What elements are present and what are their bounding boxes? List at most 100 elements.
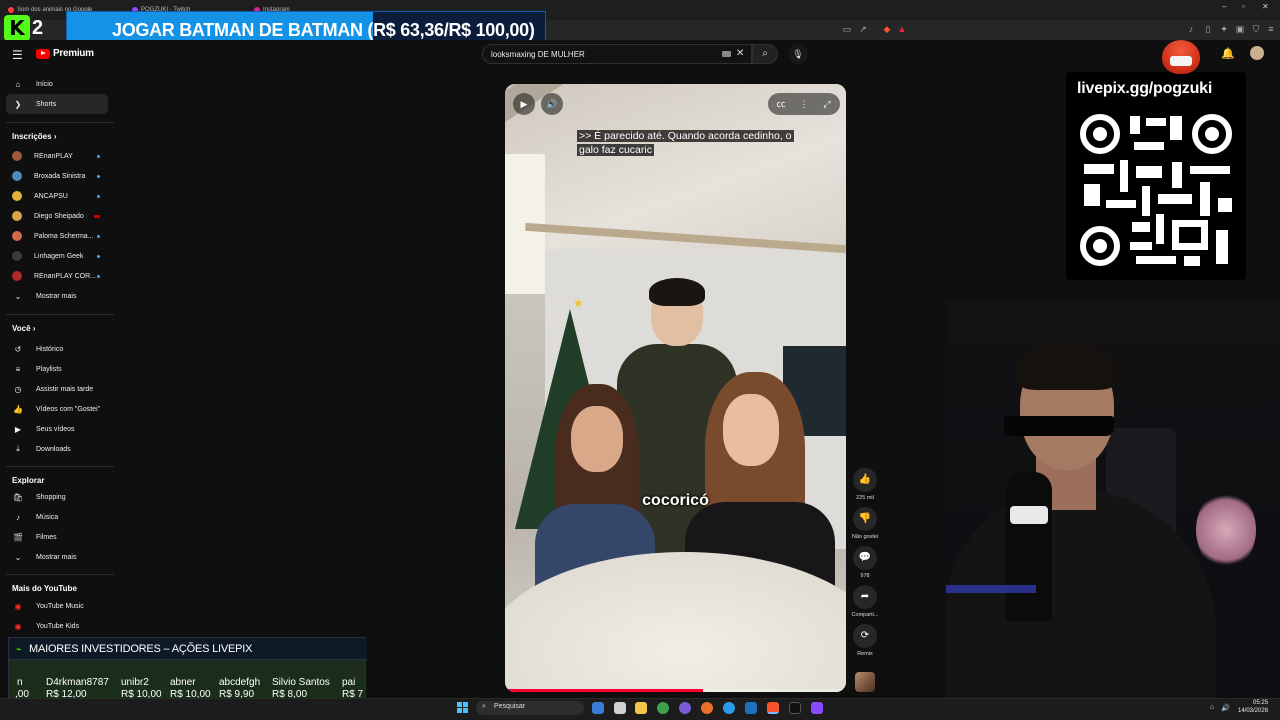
sidebar-item-subscription[interactable]: REnanPLAY COR... [6, 266, 108, 286]
vpn-icon[interactable]: ⛉ [1251, 24, 1261, 34]
twitch-icon[interactable] [811, 702, 823, 714]
share-page-icon[interactable]: ↗ [858, 24, 868, 34]
edge-icon[interactable] [723, 702, 735, 714]
screenshot-icon[interactable]: ▭ [842, 24, 852, 34]
qr-module [1172, 162, 1182, 188]
you-heading[interactable]: Você › [12, 324, 35, 333]
music-ext-icon[interactable]: ♪ [1186, 24, 1196, 34]
brave-shield-icon[interactable]: ◆ [882, 24, 892, 34]
task-view-icon[interactable] [614, 702, 626, 714]
sidebar-item-show-more[interactable]: ⌄ Mostrar mais [6, 286, 108, 306]
channel-avatar [12, 211, 22, 221]
dislike-action[interactable]: 👎 Não gostei [848, 507, 882, 540]
investor-name: Silvio Santos [272, 677, 330, 688]
new-content-dot-icon [97, 234, 100, 238]
remix-action[interactable]: ⟳ Remix [848, 624, 882, 657]
volume-button[interactable]: 🔊 [541, 93, 563, 115]
sidebar-item-filmes[interactable]: 🎬 Filmes [6, 527, 108, 547]
qr-module [1158, 194, 1192, 204]
remix-label: Remix [857, 651, 873, 657]
sidebar-item-playlists[interactable]: ≡ Playlists [6, 359, 108, 379]
widgets-app-icon[interactable] [592, 702, 604, 714]
sidebar-item-show-more[interactable]: ⌄ Mostrar mais [6, 547, 108, 567]
qr-module [1136, 256, 1176, 264]
search-button[interactable]: ⌕ [752, 44, 778, 64]
close-window-icon[interactable]: ✕ [1262, 2, 1269, 11]
obs-icon[interactable] [657, 702, 669, 714]
volume-icon: 🔊 [546, 99, 558, 109]
share-label: Comparti... [851, 612, 879, 618]
thumbs-up-icon: 👍 [853, 468, 877, 492]
sidebar-item-your-videos[interactable]: ▶ Seus vídeos [6, 419, 108, 439]
sidebar-item-subscription[interactable]: Linhagem Geek [6, 246, 108, 266]
maximize-icon[interactable]: ▫ [1242, 2, 1245, 11]
notifications-bell-icon[interactable]: 🔔 [1221, 47, 1235, 60]
captions-button[interactable]: ㏄ [770, 93, 792, 115]
file-explorer-icon[interactable] [635, 702, 647, 714]
explore-heading: Explorar [12, 476, 45, 485]
share-action[interactable]: ➦ Comparti... [848, 585, 882, 618]
keyboard-icon[interactable] [722, 51, 731, 57]
thumbs-down-icon: 👎 [853, 507, 877, 531]
subscriptions-heading[interactable]: Inscrições › [12, 132, 56, 141]
browser-menu-icon[interactable]: ≡ [1266, 24, 1276, 34]
like-action[interactable]: 👍 225 mil [848, 468, 882, 501]
sidebar-item-downloads[interactable]: ⤓ Downloads [6, 439, 108, 459]
play-button[interactable]: ▶ [513, 93, 535, 115]
terminal-icon[interactable] [789, 702, 801, 714]
sidebar-item-watch-later[interactable]: ◷ Assistir mais tarde [6, 379, 108, 399]
volume-tray-icon[interactable]: 🔊 [1221, 704, 1230, 712]
sidebar-item-inicio[interactable]: ⌂ Início [6, 74, 108, 94]
your-videos-icon: ▶ [14, 424, 22, 434]
sidebar-item-label: ANCAPSU [34, 192, 68, 200]
sidebar-item-subscription[interactable]: Diego Sheipado [6, 206, 108, 226]
network-icon[interactable]: ⌂ [1210, 704, 1214, 711]
account-avatar[interactable] [1250, 46, 1264, 60]
store-icon[interactable] [745, 702, 757, 714]
fullscreen-button[interactable]: ⤢ [816, 93, 838, 115]
closed-captions-icon: ㏄ [776, 99, 786, 109]
sidebar-item-label: Diego Sheipado [34, 212, 84, 220]
taskbar-search-input[interactable]: Pesquisar [476, 701, 584, 715]
sidebar-item-musica[interactable]: ♪ Música [6, 507, 108, 527]
new-content-dot-icon [97, 154, 100, 158]
more-options-button[interactable]: ⋮ [793, 93, 815, 115]
firefox-icon[interactable] [701, 702, 713, 714]
short-video-player[interactable]: ★ >> É parecido até. Quando acorda cedin… [505, 84, 846, 692]
minimize-icon[interactable]: – [1222, 2, 1226, 11]
sidebar-item-shorts[interactable]: ❯ Shorts [6, 94, 108, 114]
hamburger-menu-icon[interactable]: ☰ [12, 48, 23, 62]
sidebar-item-liked-videos[interactable]: 👍 Vídeos com "Gostei" [6, 399, 108, 419]
sidebar-item-subscription[interactable]: ANCAPSU [6, 186, 108, 206]
qr-module [1106, 200, 1136, 208]
playlists-icon: ≡ [15, 364, 21, 374]
voice-search-button[interactable]: 🎙 [788, 44, 808, 64]
discord-icon[interactable] [679, 702, 691, 714]
sidebar-item-label: Filmes [36, 533, 57, 541]
youtube-logo[interactable]: Premium [36, 48, 94, 59]
taskbar-clock[interactable]: 05:25 14/03/2026 [1238, 699, 1268, 715]
comments-action[interactable]: 💬 978 [848, 546, 882, 579]
play-icon: ▶ [520, 99, 528, 109]
sidebar-item-shopping[interactable]: 🛍 Shopping [6, 487, 108, 507]
wallet-icon[interactable]: ▣ [1235, 24, 1245, 34]
sidebar-item-youtube-music[interactable]: ◉ YouTube Music [6, 596, 108, 616]
sidebar-item-subscription[interactable]: Broxada Sinistra [6, 166, 108, 186]
search-input[interactable]: looksmaxing DE MULHER [482, 44, 752, 64]
clock-time: 05:25 [1253, 700, 1269, 706]
qr-module [1218, 198, 1232, 212]
sidebar-item-label: Shorts [36, 100, 57, 108]
sidebar-item-youtube-kids[interactable]: ◉ YouTube Kids [6, 616, 108, 636]
brave-browser-icon[interactable] [767, 702, 779, 714]
sidebar-item-subscription[interactable]: Paloma Scherma... [6, 226, 108, 246]
sound-thumbnail[interactable] [855, 672, 875, 692]
extensions-icon[interactable]: ✦ [1219, 24, 1229, 34]
sidebar-item-subscription[interactable]: REnanPLAY [6, 146, 108, 166]
sidebar-toggle-icon[interactable]: ▯ [1203, 24, 1213, 34]
rewards-icon[interactable]: ▲ [897, 24, 907, 34]
windows-start-icon[interactable] [457, 702, 469, 714]
clear-search-icon[interactable]: ✕ [736, 48, 744, 59]
video-progress-bar[interactable] [505, 689, 846, 692]
stocks-icon: ⌁ [16, 644, 22, 654]
sidebar-item-historico[interactable]: ↺ Histórico [6, 339, 108, 359]
